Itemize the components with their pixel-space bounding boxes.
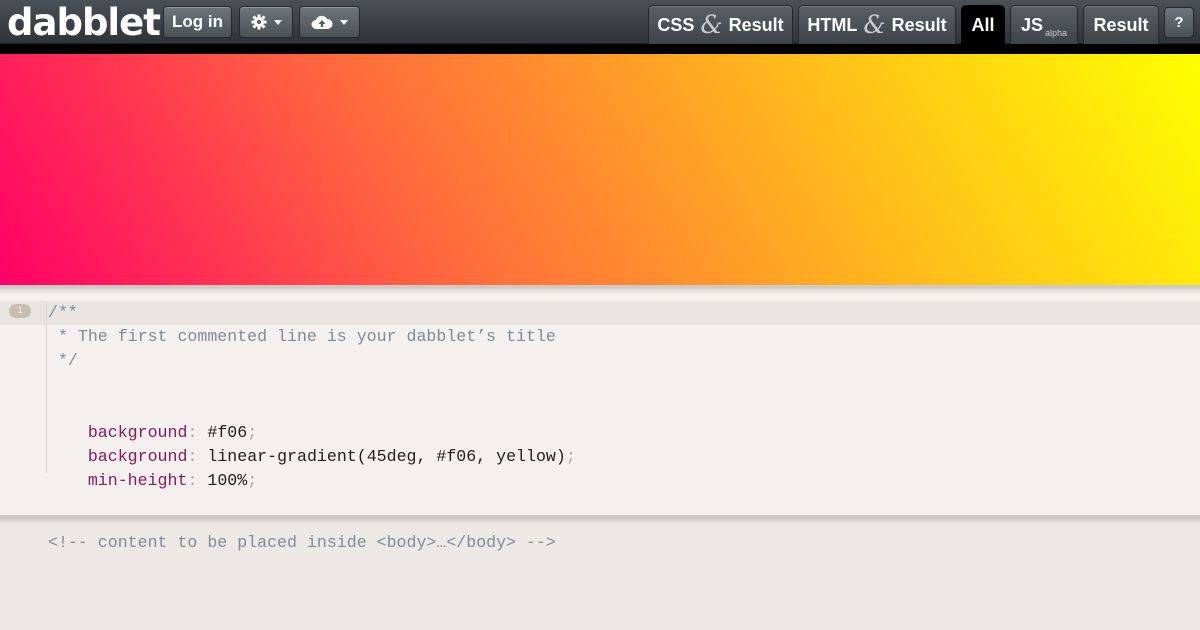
css-semicolon: ; (565, 447, 576, 466)
gear-icon (251, 14, 266, 30)
top-toolbar: dabblet Log in CSS & Result HTML & Resul… (0, 0, 1200, 44)
tab-all[interactable]: All (961, 5, 1005, 44)
chevron-down-icon (340, 19, 348, 25)
alpha-badge: alpha (1045, 28, 1068, 38)
gutter-divider (46, 303, 47, 473)
tab-label: Result (891, 14, 947, 35)
code-line[interactable]: <!-- content to be placed inside <body>…… (48, 531, 556, 555)
tab-label: HTML (807, 14, 858, 35)
tab-label: CSS (657, 14, 695, 35)
css-semicolon: ; (247, 471, 258, 490)
css-value: 100% (197, 471, 248, 490)
css-editor[interactable]: 1 /** * The first commented line is your… (0, 285, 1200, 515)
chevron-down-icon (273, 19, 282, 25)
code-line[interactable]: min-height: 100%; (48, 445, 257, 490)
help-label: ? (1174, 14, 1184, 31)
tab-label: Result (1093, 14, 1149, 35)
code-line[interactable]: background: linear-gradient(45deg, #f06,… (48, 421, 576, 466)
tab-result[interactable]: Result (1083, 5, 1159, 44)
help-button[interactable]: ? (1164, 7, 1194, 38)
result-preview (0, 54, 1200, 285)
code-line[interactable]: /** (48, 301, 78, 325)
line-number: 1 (9, 304, 31, 318)
html-editor[interactable]: <!-- content to be placed inside <body>…… (0, 515, 1200, 630)
css-colon: : (187, 471, 198, 490)
login-button[interactable]: Log in (163, 6, 232, 38)
cloud-menu-button[interactable] (299, 6, 360, 38)
tab-js[interactable]: JS alpha (1010, 5, 1078, 44)
code-line[interactable]: */ (48, 349, 78, 373)
login-label: Log in (172, 12, 223, 31)
settings-menu-button[interactable] (239, 6, 293, 38)
tab-css-result[interactable]: CSS & Result (648, 5, 793, 44)
toolbar-divider (0, 44, 1200, 54)
cloud-upload-icon (311, 15, 333, 29)
code-line[interactable]: background: #f06; (48, 397, 257, 442)
ampersand: & (700, 10, 723, 39)
tab-label: All (971, 14, 995, 35)
ampersand: & (863, 10, 886, 39)
dabblet-logo[interactable]: dabblet (7, 3, 161, 43)
current-line-highlight (0, 301, 1200, 325)
tab-html-result[interactable]: HTML & Result (798, 5, 956, 44)
tab-label: JS (1020, 14, 1043, 35)
css-property: min-height (87, 471, 188, 490)
code-line[interactable]: * The first commented line is your dabbl… (48, 325, 556, 349)
tab-label: Result (728, 14, 784, 35)
